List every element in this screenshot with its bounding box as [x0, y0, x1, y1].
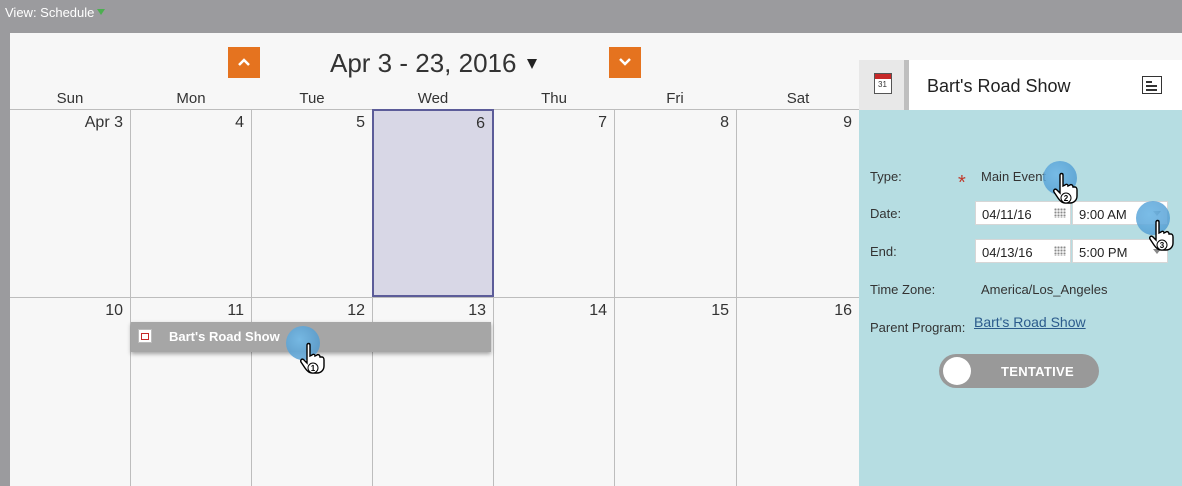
- weekday-header: Sat: [786, 90, 810, 107]
- day-cell-today[interactable]: 6: [372, 109, 494, 297]
- day-number: 6: [476, 115, 485, 132]
- range-dropdown-caret-icon[interactable]: [527, 59, 537, 69]
- day-number: 9: [843, 114, 852, 131]
- weekday-header: Wed: [417, 90, 449, 107]
- next-range-button[interactable]: [609, 47, 641, 78]
- panel-title: Bart's Road Show: [927, 76, 1071, 96]
- day-number: 16: [834, 302, 852, 319]
- grid-calendar-icon[interactable]: [1054, 246, 1066, 256]
- weekday-header: Sun: [56, 90, 84, 107]
- day-cell[interactable]: Apr 3: [10, 109, 131, 297]
- previous-range-button[interactable]: [228, 47, 260, 78]
- type-label: Type:: [870, 169, 902, 184]
- event-calendar-icon: [138, 329, 152, 343]
- toggle-knob: [943, 357, 971, 385]
- view-dropdown-caret-icon[interactable]: [97, 9, 105, 15]
- end-label: End:: [870, 244, 897, 259]
- event-detail-panel: Bart's Road Show Type: Main Event Date: …: [859, 60, 1182, 486]
- day-cell[interactable]: 15: [615, 297, 737, 486]
- marker-number: 1: [311, 364, 316, 373]
- day-number: 14: [589, 302, 607, 319]
- day-number: 12: [347, 302, 365, 319]
- parent-program-link[interactable]: Bart's Road Show: [974, 314, 1086, 330]
- weekday-header: Thu: [541, 90, 567, 107]
- calendar-panel: Apr 3 - 23, 2016 Sun Mon Tue Wed Thu Fri…: [10, 33, 1182, 486]
- end-date-field[interactable]: 04/13/16: [975, 239, 1071, 263]
- day-cell[interactable]: 14: [494, 297, 615, 486]
- day-cell[interactable]: 5: [252, 109, 373, 297]
- panel-icon-box: [859, 60, 909, 110]
- day-number: 5: [356, 114, 365, 131]
- start-date-value: 04/11/16: [982, 207, 1032, 222]
- weekday-header: Mon: [176, 90, 206, 107]
- chevron-down-icon: [619, 58, 631, 66]
- chevron-up-icon: [238, 58, 250, 66]
- date-label: Date:: [870, 206, 902, 221]
- date-range-title[interactable]: Apr 3 - 23, 2016: [330, 48, 516, 79]
- day-number: Apr 3: [84, 114, 123, 131]
- end-time-value: 5:00 PM: [1079, 245, 1128, 260]
- day-cell[interactable]: 7: [494, 109, 615, 297]
- day-number: 15: [711, 302, 729, 319]
- required-indicator: *: [958, 172, 966, 194]
- pointer-hand-icon: 1: [300, 342, 325, 374]
- tentative-toggle[interactable]: TENTATIVE: [939, 354, 1099, 388]
- day-number: 10: [105, 302, 123, 319]
- pointer-hand-icon: 2: [1053, 172, 1078, 204]
- day-cell[interactable]: 16: [737, 297, 859, 486]
- marker-number: 2: [1064, 194, 1069, 203]
- weekday-header: Fri: [666, 90, 684, 107]
- marker-number: 3: [1160, 241, 1165, 250]
- day-number: 11: [227, 302, 244, 319]
- day-cell[interactable]: 4: [131, 109, 252, 297]
- weekday-header: Tue: [299, 90, 325, 107]
- day-number: 4: [235, 114, 244, 131]
- timezone-value: America/Los_Angeles: [981, 282, 1108, 297]
- start-time-value: 9:00 AM: [1079, 207, 1127, 222]
- parent-program-label: Parent Program:: [870, 320, 966, 335]
- type-value: Main Event: [981, 169, 1047, 184]
- view-selector[interactable]: View: Schedule: [5, 5, 94, 20]
- day-cell[interactable]: 10: [10, 297, 131, 486]
- day-number: 13: [468, 302, 486, 319]
- event-label: Bart's Road Show: [169, 329, 280, 344]
- toggle-label: TENTATIVE: [1001, 364, 1074, 379]
- day-cell[interactable]: 8: [615, 109, 737, 297]
- grid-calendar-icon[interactable]: [1054, 208, 1066, 218]
- day-number: 7: [598, 114, 607, 131]
- document-icon[interactable]: [1142, 76, 1162, 94]
- timezone-label: Time Zone:: [870, 282, 936, 297]
- day-number: 8: [720, 114, 729, 131]
- day-cell[interactable]: 9: [737, 109, 859, 297]
- view-toolbar: View: Schedule: [0, 0, 1182, 26]
- end-date-value: 04/13/16: [982, 245, 1033, 260]
- pointer-hand-icon: 3: [1149, 219, 1174, 251]
- calendar-icon: [874, 73, 892, 94]
- panel-header: Bart's Road Show: [859, 60, 1182, 110]
